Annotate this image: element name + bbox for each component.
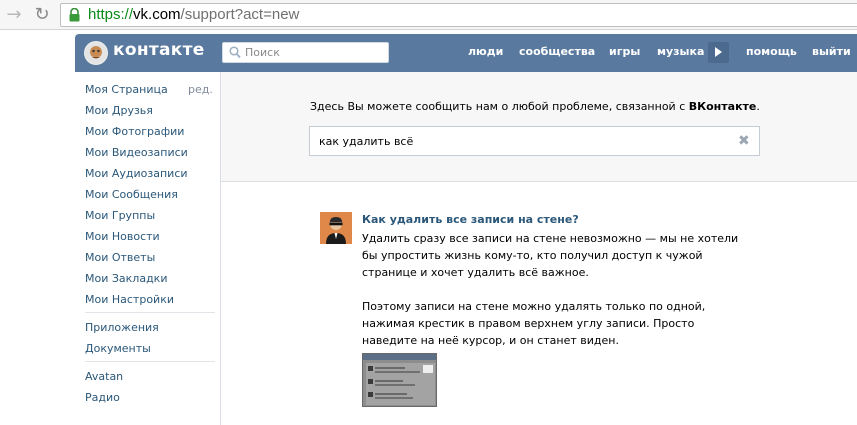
- sidebar-item-avatan[interactable]: Avatan: [85, 370, 123, 383]
- site-header: контакте люди сообщества игры музыка пом…: [75, 34, 857, 72]
- support-query-value[interactable]: как удалить всё: [319, 135, 413, 148]
- lock-icon: [69, 8, 80, 22]
- back-arrow-icon[interactable]: →: [4, 5, 24, 25]
- url-scheme: https://: [88, 6, 134, 23]
- url-text: https://vk.com/support?act=new: [88, 6, 299, 24]
- sidebar-item-news[interactable]: Мои Новости: [85, 230, 160, 243]
- answer-screenshot-image[interactable]: [362, 353, 437, 407]
- url-path: /support?act=new: [180, 6, 300, 23]
- answer-paragraph-2: Поэтому записи на стене можно удалять то…: [362, 300, 706, 347]
- nav-logout[interactable]: выйти: [812, 45, 851, 58]
- sidebar-item-documents[interactable]: Документы: [85, 342, 151, 355]
- sidebar-item-apps[interactable]: Приложения: [85, 321, 159, 334]
- sidebar-item-friends[interactable]: Мои Друзья: [85, 104, 153, 117]
- sidebar-item-my-page[interactable]: Моя Страница: [85, 83, 168, 96]
- clear-icon[interactable]: ✖: [738, 134, 752, 148]
- support-prompt-text: Здесь Вы можете сообщить нам о любой про…: [310, 100, 689, 113]
- sidebar-item-messages[interactable]: Мои Сообщения: [85, 188, 178, 201]
- sidebar-item-photos[interactable]: Мои Фотографии: [85, 125, 184, 138]
- logo-icon[interactable]: [84, 41, 108, 65]
- search-input[interactable]: [245, 45, 385, 60]
- sidebar-divider: [85, 312, 215, 313]
- nav-communities[interactable]: сообщества: [519, 45, 595, 58]
- nav-people[interactable]: люди: [468, 45, 503, 58]
- logo-text[interactable]: контакте: [113, 40, 205, 60]
- sidebar-edit-link[interactable]: ред.: [188, 83, 213, 96]
- sidebar-item-videos[interactable]: Мои Видеозаписи: [85, 146, 188, 159]
- header-search[interactable]: [222, 42, 389, 63]
- sidebar-item-answers[interactable]: Мои Ответы: [85, 251, 155, 264]
- sidebar-item-groups[interactable]: Мои Группы: [85, 209, 155, 222]
- support-prompt: Здесь Вы можете сообщить нам о любой про…: [310, 100, 760, 113]
- support-prompt-brand: ВКонтакте: [688, 100, 757, 113]
- sidebar-item-bookmarks[interactable]: Мои Закладки: [85, 272, 167, 285]
- sidebar-item-radio[interactable]: Радио: [85, 391, 120, 404]
- nav-music[interactable]: музыка: [657, 45, 704, 58]
- nav-games[interactable]: игры: [609, 45, 640, 58]
- search-icon: [229, 46, 241, 59]
- avatar: [320, 212, 352, 244]
- support-prompt-end: .: [756, 100, 760, 113]
- answer-title[interactable]: Как удалить все записи на стене?: [362, 213, 579, 226]
- sidebar-item-audio[interactable]: Мои Аудиозаписи: [85, 167, 188, 180]
- support-query-input[interactable]: как удалить всё ✖: [309, 126, 760, 156]
- address-bar[interactable]: https://vk.com/support?act=new: [60, 3, 857, 27]
- reload-icon[interactable]: ↻: [32, 5, 52, 25]
- sidebar-item-settings[interactable]: Мои Настройки: [85, 293, 174, 306]
- nav-help[interactable]: помощь: [746, 45, 797, 58]
- url-host: vk.com: [133, 6, 181, 23]
- play-icon[interactable]: [708, 42, 729, 63]
- sidebar-divider: [85, 361, 215, 362]
- answer-paragraph-1: Удалить сразу все записи на стене невозм…: [362, 232, 739, 279]
- support-form: Здесь Вы можете сообщить нам о любой про…: [221, 72, 857, 182]
- browser-toolbar: → ↻ https://vk.com/support?act=new: [0, 0, 857, 30]
